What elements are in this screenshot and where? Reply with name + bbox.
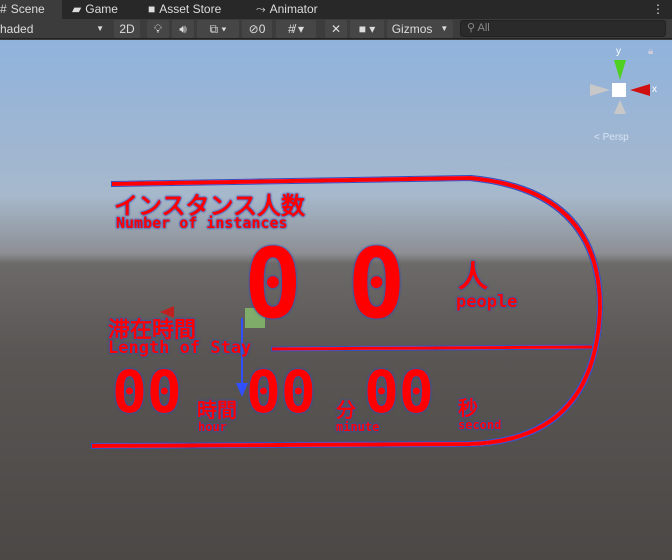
projection-toggle[interactable]: < Persp	[594, 132, 629, 143]
shading-dropdown[interactable]: haded ▼	[0, 20, 108, 38]
visibility-toggle[interactable]: ⊘ 0	[242, 20, 272, 38]
lightbulb-icon: 💡︎	[153, 22, 163, 36]
gamepad-icon: ▰	[72, 2, 82, 16]
more-menu-icon[interactable]: ⋮	[652, 0, 664, 19]
search-icon: ⚲	[467, 22, 478, 34]
animator-icon: ⤳	[256, 2, 266, 16]
camera-icon: ■ ▾	[358, 22, 376, 36]
2d-toggle[interactable]: 2D	[114, 20, 140, 38]
axis-x-icon[interactable]	[630, 84, 650, 96]
scene-viewport[interactable]: インスタンス人数 Number of instances 0 0 人 peopl…	[0, 40, 672, 560]
lock-icon[interactable]: 🔒︎	[648, 46, 653, 57]
tab-bar: # Scene ▰ Game ■ Asset Store ⤳ Animator ⋮	[0, 0, 672, 19]
axis-y-icon[interactable]	[614, 60, 626, 80]
gizmos-dropdown[interactable]: Gizmos ▼	[387, 20, 453, 38]
chevron-down-icon: ▼	[440, 24, 449, 33]
orientation-gizmo[interactable]: y x 🔒︎ < Persp	[588, 46, 664, 143]
bag-icon: ■	[148, 2, 156, 16]
effects-dropdown[interactable]: ⧉ ▾	[197, 20, 239, 38]
camera-dropdown[interactable]: ■ ▾	[350, 20, 384, 38]
chevron-down-icon: ▼	[96, 24, 104, 33]
axis-neg-x-icon[interactable]	[590, 84, 610, 96]
search-input[interactable]: ⚲ All	[460, 20, 666, 37]
tab-asset-store[interactable]: ■ Asset Store	[148, 0, 221, 19]
axis-neg-y-icon[interactable]	[614, 100, 626, 114]
tab-animator[interactable]: ⤳ Animator	[256, 0, 318, 19]
grid-icon: #̸ ▾	[287, 22, 305, 36]
tools-button[interactable]: ✕	[325, 20, 347, 38]
speaker-icon: 🔊︎	[179, 22, 187, 36]
grid-dropdown[interactable]: #̸ ▾	[276, 20, 316, 38]
tools-icon: ✕	[330, 22, 342, 36]
center-cube-icon[interactable]	[612, 83, 626, 97]
scene-toolbar: haded ▼ 2D 💡︎ 🔊︎ ⧉ ▾ ⊘ 0 #̸ ▾ ✕ ■ ▾ Gizmos…	[0, 19, 672, 39]
lighting-toggle[interactable]: 💡︎	[147, 20, 169, 38]
effects-icon: ⧉ ▾	[209, 22, 227, 36]
tab-scene[interactable]: # Scene	[0, 0, 62, 19]
hash-icon: #	[0, 2, 7, 16]
tab-game[interactable]: ▰ Game	[72, 0, 118, 19]
audio-toggle[interactable]: 🔊︎	[172, 20, 194, 38]
hidden-eye-icon: ⊘	[248, 22, 259, 36]
counter-overlay: インスタンス人数 Number of instances 0 0 人 peopl…	[108, 192, 518, 434]
